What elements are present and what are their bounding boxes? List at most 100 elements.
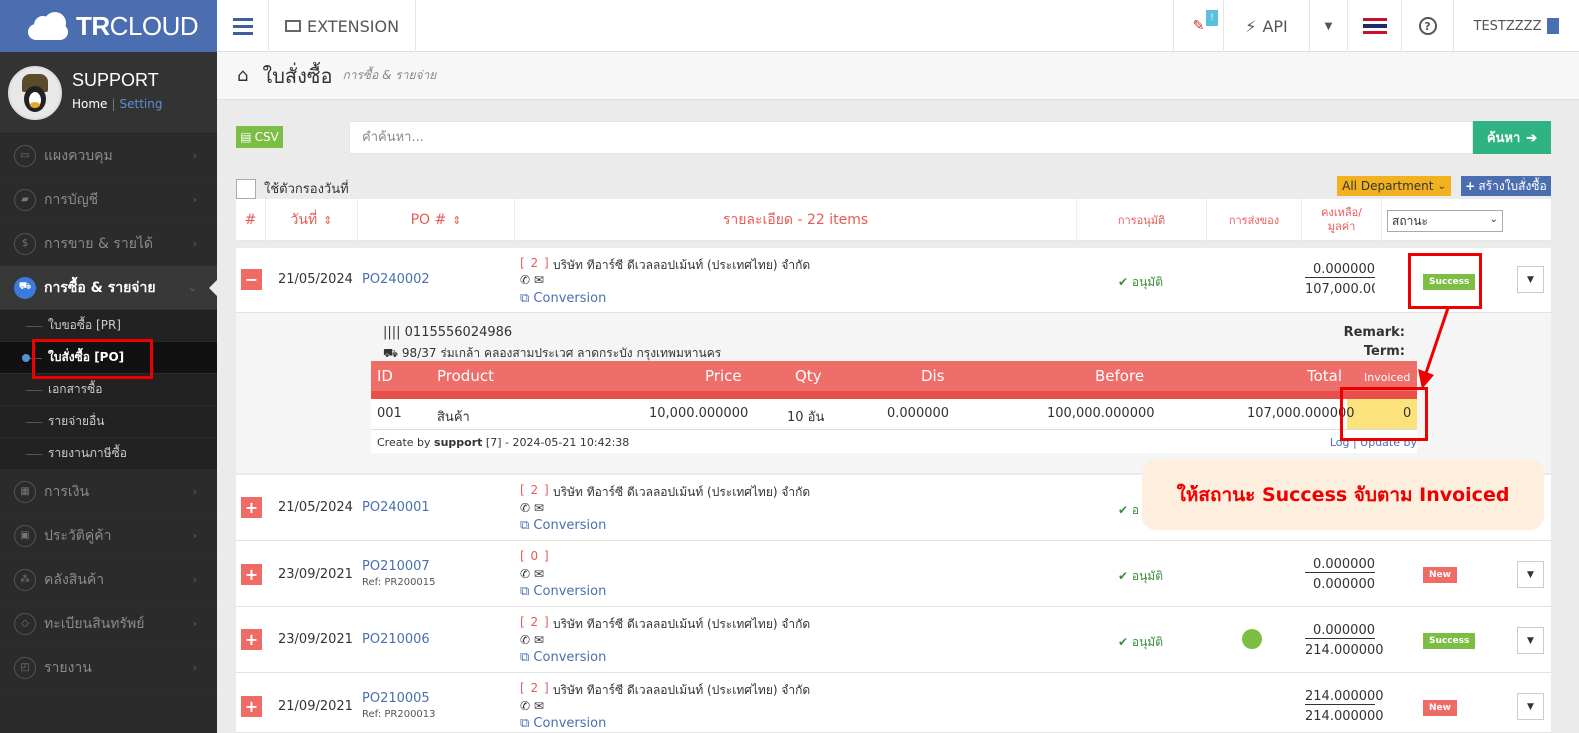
po-link[interactable]: PO240001 xyxy=(362,500,430,515)
notification-button[interactable]: ✎ ! xyxy=(1173,0,1223,52)
boxes-icon: ⁂ xyxy=(14,568,36,591)
po-link[interactable]: PO210007 xyxy=(362,559,430,574)
date-filter-toggle[interactable]: ใช้ตัวกรองวันที่ xyxy=(236,178,349,199)
arrow-right-circle-icon: ➔ xyxy=(1526,129,1538,145)
contact-icon: ▣ xyxy=(14,524,36,547)
sidebar-submenu: ใบขอซื้อ [PR] ใบสั่งซื้อ [PO] เอกสารซื้อ… xyxy=(0,310,217,470)
status-filter-select[interactable]: สถานะ ⌄ xyxy=(1387,210,1503,232)
expand-row-button[interactable]: + xyxy=(241,564,262,585)
brand-logo[interactable]: TRCLOUD xyxy=(0,0,217,52)
sidebar-menu: ▭ แผงควบคุม › ▰ การบัญชี › $ การขาย & รายได้ ›… xyxy=(0,134,217,310)
breadcrumb: ⌂ ใบสั่งซื้อ การซื้อ & รายจ่าย xyxy=(217,52,1579,100)
copy-icon: ⧉ xyxy=(520,518,534,533)
csv-export-button[interactable]: ▤ CSV xyxy=(236,126,283,148)
cloud-icon xyxy=(24,12,72,40)
home-icon[interactable]: ⌂ xyxy=(237,65,248,86)
sidebar-subitem-pr[interactable]: ใบขอซื้อ [PR] xyxy=(0,310,217,342)
report-icon: ◰ xyxy=(14,656,36,679)
sidebar-item-reports[interactable]: ◰ รายงาน › xyxy=(0,646,217,690)
items-table-header: ID Product Price Qty Dis Before Total In… xyxy=(371,361,1417,391)
row-actions-dropdown[interactable]: ▼ xyxy=(1517,693,1544,720)
sidebar-item-assets[interactable]: ◇ ทะเบียนสินทรัพย์ › xyxy=(0,602,217,646)
home-link[interactable]: Home xyxy=(72,97,107,111)
po-link[interactable]: PO210006 xyxy=(362,632,430,647)
plug-icon: ⚡ xyxy=(1245,16,1257,36)
extension-button[interactable]: EXTENSION xyxy=(269,0,417,52)
sidebar-subitem-tax-report[interactable]: รายงานภาษีซื้อ xyxy=(0,438,217,470)
search-button[interactable]: ค้นหา ➔ xyxy=(1473,121,1551,154)
sidebar-item-contacts[interactable]: ▣ ประวัติคู่ค้า › xyxy=(0,514,217,558)
sidebar-item-accounting[interactable]: ▰ การบัญชี › xyxy=(0,178,217,222)
page-title: ใบสั่งซื้อ xyxy=(262,63,333,88)
building-icon xyxy=(1547,18,1560,34)
sidebar-item-sales[interactable]: $ การขาย & รายได้ › xyxy=(0,222,217,266)
annotation-arrow-icon xyxy=(1418,307,1450,389)
col-po-sort[interactable]: PO # ⇕ xyxy=(358,199,515,241)
phone-mail-icons[interactable]: ✆ ✉ xyxy=(520,273,544,287)
phone-mail-icons[interactable]: ✆ ✉ xyxy=(520,699,544,713)
expand-row-button[interactable]: + xyxy=(241,629,262,650)
sort-icon: ⇕ xyxy=(452,213,462,227)
phone-mail-icons[interactable]: ✆ ✉ xyxy=(520,633,544,647)
po-link[interactable]: PO210005 xyxy=(362,691,430,706)
calendar-icon: ▦ xyxy=(14,480,36,503)
conversion-link[interactable]: ⧉ Conversion xyxy=(520,518,606,533)
expand-row-button[interactable]: + xyxy=(241,696,262,717)
book-icon: ▰ xyxy=(14,188,36,211)
conversion-link[interactable]: ⧉ Conversion xyxy=(520,584,606,599)
table-row[interactable]: + 23/09/2021 PO210007 Ref: PR200015 [ 0 … xyxy=(236,541,1551,607)
create-po-button[interactable]: + สร้างใบสั่งซื้อ xyxy=(1461,176,1551,196)
caret-down-icon: ▼ xyxy=(1527,569,1534,580)
hamburger-menu-icon[interactable] xyxy=(217,0,269,52)
phone-mail-icons[interactable]: ✆ ✉ xyxy=(520,501,544,515)
api-button[interactable]: ⚡ API xyxy=(1223,0,1309,52)
profile-name: SUPPORT xyxy=(72,70,159,90)
table-row[interactable]: + 23/09/2021 PO210006 [ 2 ] บริษัท ทีอาร… xyxy=(236,607,1551,673)
sidebar-item-dashboard[interactable]: ▭ แผงควบคุม › xyxy=(0,134,217,178)
copy-icon: ⧉ xyxy=(520,584,534,599)
plus-icon: + xyxy=(1465,179,1476,193)
col-date-sort[interactable]: วันที่ ⇕ xyxy=(266,199,358,241)
department-select[interactable]: All Department ⌄ xyxy=(1337,176,1451,196)
annotation-box-po-menu xyxy=(32,339,153,379)
megaphone-icon: ✎ xyxy=(1192,18,1205,34)
table-row[interactable]: + 21/09/2021 PO210005 Ref: PR200013 [ 2 … xyxy=(236,673,1551,733)
row-actions-dropdown[interactable]: ▼ xyxy=(1517,266,1544,293)
chevron-right-icon: › xyxy=(192,661,197,674)
language-flag-button[interactable] xyxy=(1347,0,1401,52)
conversion-link[interactable]: ⧉ Conversion xyxy=(520,716,606,731)
tax-id: |||| 0115556024986 xyxy=(383,325,513,340)
search-input[interactable] xyxy=(349,121,1473,154)
row-actions-dropdown[interactable]: ▼ xyxy=(1517,561,1544,588)
approval-status: ✔ อนุมัติ xyxy=(1118,275,1163,289)
table-row[interactable]: − 21/05/2024 PO240002 [ 2 ] บริษัท ทีอาร… xyxy=(236,248,1551,313)
sidebar-subitem-other-expense[interactable]: รายจ่ายอื่น xyxy=(0,406,217,438)
approval-status: ✔ อนุมัติ xyxy=(1118,569,1163,583)
help-button[interactable]: ? xyxy=(1401,0,1453,52)
annotation-box-status xyxy=(1408,253,1482,309)
user-menu[interactable]: TESTZZZZ xyxy=(1453,0,1579,52)
sidebar-item-finance[interactable]: ▦ การเงิน › xyxy=(0,470,217,514)
col-detail: รายละเอียด - 22 items xyxy=(515,199,1077,241)
avatar[interactable] xyxy=(8,66,62,120)
sidebar-item-purchase[interactable]: ⛟ การซื้อ & รายจ่าย ⌄ xyxy=(0,266,217,310)
setting-link[interactable]: Setting xyxy=(119,97,162,111)
chevron-right-icon: › xyxy=(192,149,197,162)
items-table-row: 001 สินค้า 10,000.000000 10 อัน 0.000000… xyxy=(371,399,1417,429)
po-link[interactable]: PO240002 xyxy=(362,272,430,287)
status-badge: New xyxy=(1423,700,1457,716)
expand-row-button[interactable]: + xyxy=(241,497,262,518)
sidebar-item-inventory[interactable]: ⁂ คลังสินค้า › xyxy=(0,558,217,602)
chevron-right-icon: › xyxy=(192,193,197,206)
sidebar-menu-lower: ▦ การเงิน › ▣ ประวัติคู่ค้า › ⁂ คลังสินค้า › ◇… xyxy=(0,470,217,690)
dropdown-toggle[interactable]: ▼ xyxy=(1309,0,1347,52)
chevron-right-icon: › xyxy=(192,529,197,542)
collapse-row-button[interactable]: − xyxy=(241,269,262,290)
row-actions-dropdown[interactable]: ▼ xyxy=(1517,627,1544,654)
chevron-down-icon: ⌄ xyxy=(1437,180,1446,192)
date-filter-checkbox[interactable] xyxy=(236,178,256,199)
conversion-link[interactable]: ⧉ Conversion xyxy=(520,291,606,306)
conversion-link[interactable]: ⧉ Conversion xyxy=(520,650,606,665)
diamond-icon: ◇ xyxy=(14,612,36,635)
phone-mail-icons[interactable]: ✆ ✉ xyxy=(520,567,544,581)
